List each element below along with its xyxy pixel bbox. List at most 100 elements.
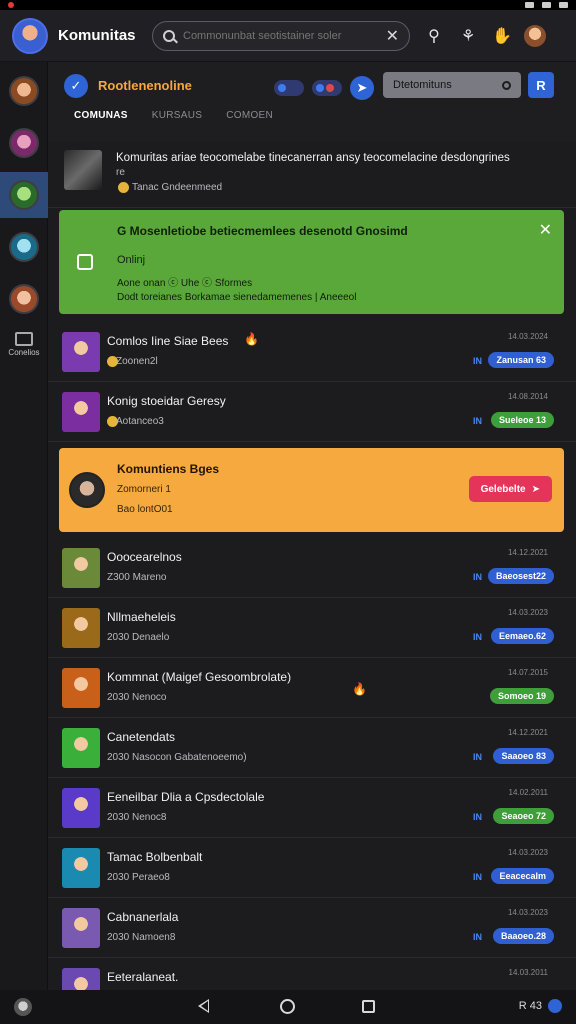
toggle-pill[interactable]: [274, 80, 304, 96]
tab-comoen[interactable]: COMOEN: [226, 110, 273, 121]
tab-kursaus[interactable]: KURSAUS: [152, 110, 202, 121]
item-title: Nllmaeheleis: [107, 610, 176, 624]
flag-icon: IN: [473, 416, 482, 426]
timestamp: 14.03.2024: [507, 332, 548, 341]
list-item[interactable]: Nllmaeheleis 2030 Denaelo 14.03.2023 Eemaeo…: [48, 598, 576, 658]
status-bar: [0, 0, 576, 10]
user-avatar[interactable]: [524, 24, 546, 47]
assistant-icon[interactable]: [548, 999, 562, 1013]
notification-pill[interactable]: [312, 80, 342, 96]
status-badge[interactable]: Saaoeo 83: [493, 748, 554, 764]
rail-item-1[interactable]: [0, 68, 48, 114]
status-badge[interactable]: Seaoeo 72: [493, 808, 554, 824]
search-input[interactable]: [183, 29, 386, 42]
avatar: [9, 284, 39, 314]
list-item[interactable]: Konig stoeidar Geresy Aotanceo3 14.08.2014…: [48, 382, 576, 442]
dot-icon: [278, 84, 286, 92]
join-label: Gelebelte: [480, 483, 526, 495]
tab-bar: COMUNAS KURSAUS COMOEN: [74, 110, 273, 121]
thumbnail: [62, 332, 100, 372]
banner-subtitle: Zomorneri 1: [117, 484, 171, 495]
item-subtitle: 2030 Namoen8: [107, 932, 176, 943]
avatar: [69, 472, 105, 508]
flag-icon: IN: [473, 932, 482, 942]
fire-icon: 🔥: [244, 332, 259, 346]
add-button[interactable]: R: [528, 72, 554, 98]
flag-icon: IN: [473, 872, 482, 882]
back-icon[interactable]: [198, 999, 209, 1013]
close-icon[interactable]: ✕: [386, 26, 399, 46]
wifi-icon: [525, 2, 534, 8]
status-badge[interactable]: Baaoeo.28: [492, 928, 554, 944]
rail-item-communities[interactable]: Conelios: [0, 332, 48, 357]
timestamp: 14.02.2011: [508, 788, 548, 797]
filter-icon[interactable]: ⚘: [456, 24, 480, 48]
search-bar[interactable]: ✕: [152, 20, 410, 51]
timestamp: 14.08.2014: [507, 392, 548, 401]
rail-item-2[interactable]: [0, 120, 48, 166]
community-list: Komuritas ariae teocomelabe tinecanerran…: [48, 142, 576, 1018]
thumbnail: [62, 548, 100, 588]
close-icon[interactable]: ✕: [539, 220, 552, 240]
dot-icon: [316, 84, 324, 92]
featured-banner[interactable]: Komuntiens Bges Zomorneri 1 Bao lontO01 …: [59, 448, 564, 532]
timestamp: 14.03.2023: [507, 848, 548, 857]
search-icon: [163, 29, 175, 42]
list-item[interactable]: Cabnanerlala 2030 Namoen8 14.03.2023 Baaoeo…: [48, 898, 576, 958]
app-title: Komunitas: [58, 27, 136, 44]
status-badge[interactable]: Eeacecalm: [491, 868, 554, 884]
list-item[interactable]: Eeneilbar Dlia a Cpsdectolale 2030 Nenoc8…: [48, 778, 576, 838]
banner-title: Komuntiens Bges: [117, 462, 220, 476]
rail-item-4[interactable]: [0, 224, 48, 270]
list-item[interactable]: Canetendats 2030 Nasocon Gabatenoeemo) 14.…: [48, 718, 576, 778]
list-item[interactable]: Ooocearelnos Z300 Mareno 14.12.2021 Baeoses…: [48, 538, 576, 598]
battery-icon: [559, 2, 568, 8]
tab-comunas[interactable]: COMUNAS: [74, 110, 128, 121]
item-title: Konig stoeidar Geresy: [107, 394, 226, 408]
status-badge[interactable]: Sueleoe 13: [490, 412, 554, 428]
thumbnail: [64, 150, 102, 190]
rail-item-3[interactable]: [0, 172, 48, 218]
profile-icon[interactable]: [14, 998, 32, 1016]
search-icon[interactable]: ⚲: [422, 24, 446, 48]
list-item[interactable]: Comlos Iine Siae Bees Zoonen2l 14.03.2024 Z…: [48, 322, 576, 382]
timestamp: 14.07.2015: [507, 668, 548, 677]
fire-icon: 🔥: [352, 682, 367, 696]
app-avatar[interactable]: [12, 17, 48, 54]
like-icon[interactable]: ✋: [490, 24, 514, 48]
top-bar: Komunitas ✕ ⚲ ⚘ ✋: [0, 10, 576, 62]
timestamp: 14.03.2011: [508, 968, 548, 977]
status-badge[interactable]: Zanusan 63: [488, 352, 554, 368]
item-title: Eeneilbar Dlia a Cpsdectolale: [107, 790, 265, 804]
thumbnail: [62, 908, 100, 948]
flag-icon: IN: [473, 572, 482, 582]
item-title: Cabnanerlala: [107, 910, 179, 924]
thumbnail: [62, 668, 100, 708]
channel-search[interactable]: Dtetomituns: [383, 72, 521, 98]
channel-header: ✓ Rootlenenoline ➤ Dtetomituns R COMUNAS…: [48, 62, 576, 142]
avatar: [9, 180, 39, 210]
item-title: Ooocearelnos: [107, 550, 182, 564]
list-item[interactable]: Tamac Bolbenbalt 2030 Peraeo8 14.03.2023 Ee…: [48, 838, 576, 898]
join-button[interactable]: Gelebelte ➤: [468, 476, 552, 502]
home-icon[interactable]: [280, 999, 295, 1014]
rail-item-5[interactable]: [0, 276, 48, 322]
item-subtitle: Aotanceo3: [116, 416, 164, 427]
online-banner[interactable]: G Mosenletiobe betiecmemlees desenotd Gn…: [59, 210, 564, 314]
search-icon: [502, 80, 511, 90]
messenger-icon[interactable]: ➤: [350, 76, 374, 100]
status-badge[interactable]: Eemaeo.62: [490, 628, 554, 644]
item-subtitle: Tanac Gndeenmeed: [132, 182, 223, 193]
status-badge[interactable]: Somoeo 19: [489, 688, 554, 704]
list-item[interactable]: Kommnat (Maigef Gesoombrolate) 2030 Nenoc…: [48, 658, 576, 718]
item-title: Tamac Bolbenbalt: [107, 850, 203, 864]
list-item[interactable]: Komuritas ariae teocomelabe tinecanerran…: [48, 142, 576, 208]
item-subtitle: 2030 Nenoco: [107, 692, 167, 703]
status-badge[interactable]: Baeosest22: [487, 568, 554, 584]
item-subtitle: Zoonen2l: [116, 356, 158, 367]
item-subtitle: 2030 Peraeo8: [107, 872, 170, 883]
thumbnail: [62, 608, 100, 648]
online-status: Onlinj: [117, 254, 146, 266]
recents-icon[interactable]: [362, 1000, 375, 1013]
item-title: Eeteralaneat.: [107, 970, 179, 984]
